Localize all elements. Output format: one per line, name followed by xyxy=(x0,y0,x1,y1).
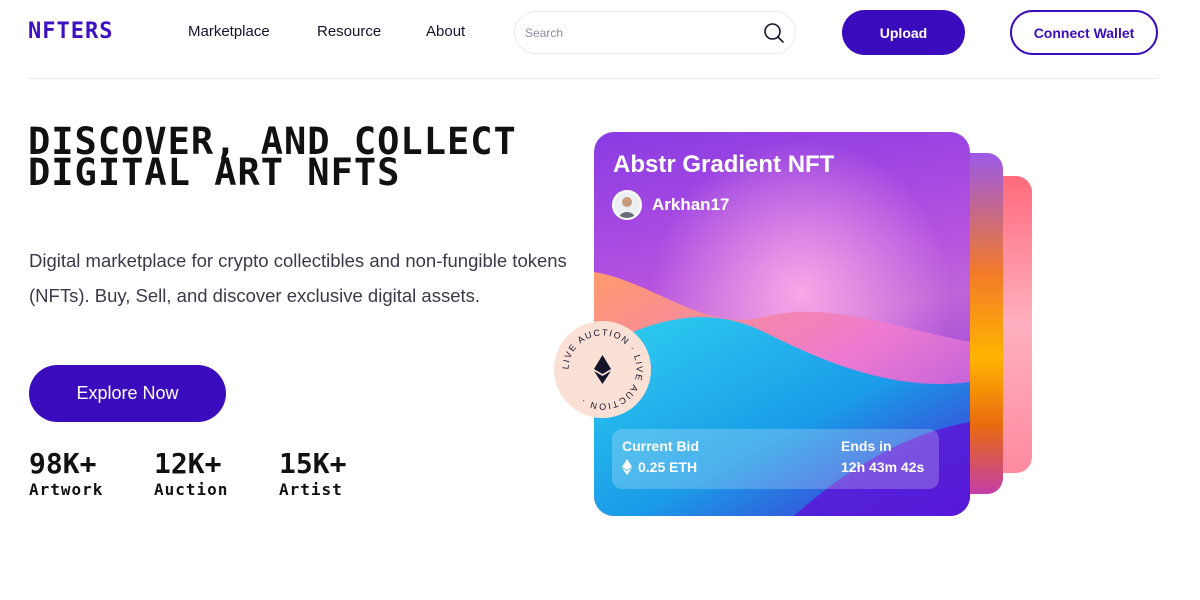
search-icon[interactable] xyxy=(763,22,785,44)
stat-artist: 15K+ Artist xyxy=(279,450,386,500)
creator-name[interactable]: Arkhan17 xyxy=(652,195,729,215)
stat-label: Artwork xyxy=(29,480,104,499)
stat-value: 15K+ xyxy=(279,447,347,480)
nav-about[interactable]: About xyxy=(426,23,465,41)
stats-row: 98K+ Artwork 12K+ Auction 15K+ Artist xyxy=(29,450,386,500)
nav-marketplace[interactable]: Marketplace xyxy=(188,23,270,41)
header-divider xyxy=(28,78,1158,79)
search-input[interactable] xyxy=(525,25,763,40)
hero-title: DISCOVER, AND COLLECT DIGITAL ART NFTS xyxy=(28,120,517,194)
upload-button[interactable]: Upload xyxy=(842,10,965,55)
stat-value: 12K+ xyxy=(154,447,222,480)
nft-title: Abstr Gradient NFT xyxy=(613,151,835,178)
creator-info[interactable]: Arkhan17 xyxy=(612,190,729,220)
bid-panel: Current Bid 0.25 ETH Ends in 12h 43m 42s xyxy=(612,429,939,489)
stat-label: Auction xyxy=(154,480,229,499)
stat-label: Artist xyxy=(279,480,343,499)
ethereum-icon xyxy=(594,355,611,384)
connect-wallet-button[interactable]: Connect Wallet xyxy=(1010,10,1158,55)
hero-subtitle: Digital marketplace for crypto collectib… xyxy=(29,250,567,306)
current-bid-value: 0.25 ETH xyxy=(622,459,697,475)
avatar[interactable] xyxy=(612,190,642,220)
explore-now-button[interactable]: Explore Now xyxy=(29,365,226,422)
search-box xyxy=(514,11,796,54)
live-auction-badge: LIVE AUCTION · LIVE AUCTION · xyxy=(554,321,651,418)
stat-artwork: 98K+ Artwork xyxy=(29,450,136,500)
ends-in-label: Ends in xyxy=(841,438,892,454)
stat-auction: 12K+ Auction xyxy=(154,450,261,500)
current-bid-label: Current Bid xyxy=(622,438,699,454)
ends-in-value: 12h 43m 42s xyxy=(841,459,925,475)
stat-value: 98K+ xyxy=(29,447,97,480)
brand-logo[interactable]: NFTERS xyxy=(28,19,113,45)
nav-resource[interactable]: Resource xyxy=(317,23,381,41)
bid-amount: 0.25 ETH xyxy=(638,459,698,475)
ethereum-icon xyxy=(622,459,632,475)
